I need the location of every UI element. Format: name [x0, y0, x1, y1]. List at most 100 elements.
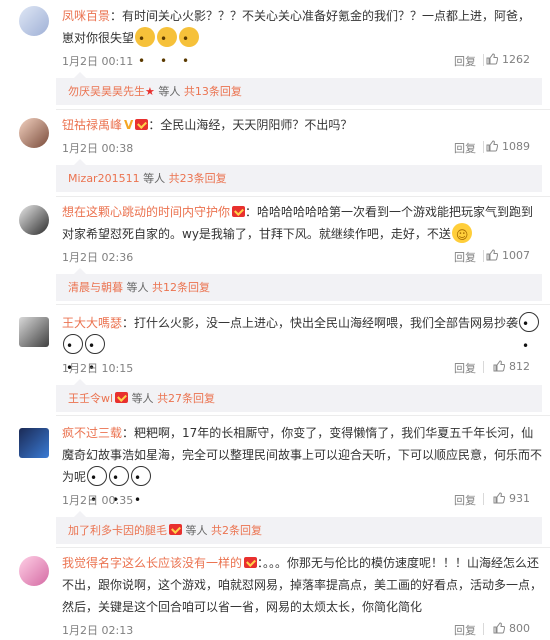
reply-summary[interactable]: 王壬令wl 等人 共27条回复	[56, 379, 542, 412]
comment-time: 1月2日 02:13	[62, 624, 134, 637]
comment-text: 疯不过三载：粑粑啊，17年的长相厮守，你变了，变得懒惰了，我们华夏五千年长河，仙…	[62, 422, 542, 511]
divider	[483, 54, 484, 66]
comment-username[interactable]: 凤咪百景	[62, 9, 110, 23]
comment-text: 王大大嗎瑟：打什么火影，没一点上进心，快出全民山海经啊喂，我们全部告网易抄袭	[62, 312, 542, 379]
comment-text: 想在这颗心跳动的时间内守护你 ：哈哈哈哈哈哈第一次看到一个游戏能把玩家气到跑到对家…	[62, 201, 542, 246]
like-button[interactable]: 1007	[486, 249, 530, 262]
like-button[interactable]: 800	[493, 622, 530, 635]
panda-emoji-icon	[87, 466, 108, 511]
comment-time: 1月2日 10:15	[62, 362, 134, 375]
divider	[56, 196, 550, 197]
angry-emoji-icon	[135, 27, 156, 72]
comment-feed: 凤咪百景：有时间关心火影？？？不关心关心准备好氪金的我们？？一点都上进，阿爸，崽…	[0, 0, 550, 638]
verified-v-icon: V	[124, 118, 134, 132]
divider	[483, 623, 484, 635]
reply-usernames[interactable]: 加了利多卡因的腿毛	[68, 524, 167, 537]
divider	[483, 250, 484, 262]
avatar[interactable]	[19, 6, 49, 36]
comment-time: 1月2日 00:35	[62, 494, 134, 507]
comment-username[interactable]: 疯不过三载	[62, 426, 122, 440]
reply-button[interactable]: 回复	[454, 53, 476, 69]
thumbs-up-icon	[486, 53, 498, 65]
comment-meta: 1月2日 00:35 回复 931	[62, 492, 542, 510]
reply-summary-mid: 等人	[158, 85, 181, 98]
avatar[interactable]	[19, 428, 49, 458]
member-badge-icon	[135, 119, 149, 130]
reply-usernames[interactable]: 勿厌吴昊昊先生	[68, 85, 145, 98]
comment-username[interactable]: 钮祜禄禹峰	[62, 118, 122, 132]
divider	[483, 493, 484, 505]
like-count: 1089	[502, 140, 530, 153]
comment-username[interactable]: 想在这颗心跳动的时间内守护你	[62, 205, 230, 219]
comment-username[interactable]: 我觉得名字这么长应该没有一样的	[62, 556, 242, 570]
reply-button[interactable]: 回复	[454, 622, 476, 638]
like-button[interactable]: 1089	[486, 140, 530, 153]
like-count: 800	[509, 622, 530, 635]
comment-content: 打什么火影，没一点上进心，快出全民山海经啊喂，我们全部告网易抄袭	[134, 316, 519, 330]
panda-emoji-icon	[109, 466, 130, 511]
reply-summary-mid: 等人	[126, 281, 149, 294]
reply-count-link[interactable]: 共27条回复	[157, 392, 215, 405]
thumbs-up-icon	[493, 622, 505, 634]
comment-meta: 1月2日 00:38 回复 1089	[62, 140, 542, 158]
panda-emoji-icon	[519, 312, 540, 357]
comment-meta: 1月2日 02:13 回复 800	[62, 622, 542, 640]
thumbs-up-icon	[486, 140, 498, 152]
reply-count-link[interactable]: 共13条回复	[184, 85, 242, 98]
comment-time: 1月2日 00:11	[62, 55, 134, 68]
avatar[interactable]	[19, 205, 49, 235]
comment-content: 全民山海经，天天阴阳师？不出吗？	[160, 118, 353, 132]
sun-emoji-icon	[451, 223, 472, 246]
reply-summary[interactable]: Mizar201511 等人 共23条回复	[56, 159, 542, 192]
member-badge-icon	[244, 557, 258, 568]
panda-emoji-icon	[85, 334, 105, 379]
like-count: 812	[509, 360, 530, 373]
star-icon: ★	[145, 85, 155, 98]
comment-text: 凤咪百景：有时间关心火影？？？不关心关心准备好氪金的我们？？一点都上进，阿爸，崽…	[62, 5, 542, 72]
panda-emoji-icon	[131, 466, 152, 511]
reply-count-link[interactable]: 共12条回复	[152, 281, 210, 294]
reply-summary[interactable]: 加了利多卡因的腿毛 等人 共2条回复	[56, 511, 542, 544]
reply-button[interactable]: 回复	[454, 249, 476, 265]
reply-summary[interactable]: 勿厌吴昊昊先生★ 等人 共13条回复	[56, 72, 542, 105]
like-count: 931	[509, 492, 530, 505]
thumbs-up-icon	[486, 249, 498, 261]
comment-meta: 1月2日 10:15 回复 812	[62, 360, 542, 378]
comment-username[interactable]: 王大大嗎瑟	[62, 316, 122, 330]
like-count: 1262	[502, 53, 530, 66]
like-button[interactable]: 812	[493, 360, 530, 373]
panda-emoji-icon	[63, 334, 83, 379]
reply-count-link[interactable]: 共2条回复	[211, 524, 262, 537]
like-count: 1007	[502, 249, 530, 262]
like-button[interactable]: 931	[493, 492, 530, 505]
thumbs-up-icon	[493, 492, 505, 504]
reply-button[interactable]: 回复	[454, 492, 476, 508]
reply-summary-mid: 等人	[143, 172, 166, 185]
comment-text: 钮祜禄禹峰 V ：全民山海经，天天阴阳师？不出吗？	[62, 114, 542, 136]
like-button[interactable]: 1262	[486, 53, 530, 66]
comment-meta: 1月2日 00:11 回复 1262	[62, 53, 542, 71]
avatar[interactable]	[19, 118, 49, 148]
comment-content: 有时间关心火影？？？不关心关心准备好氪金的我们？？一点都上进，阿爸，崽对你很失望	[62, 9, 531, 45]
angry-emoji-icon	[179, 27, 200, 72]
divider	[483, 141, 484, 153]
member-badge-icon	[115, 392, 129, 403]
divider	[56, 109, 550, 110]
reply-button[interactable]: 回复	[454, 140, 476, 156]
comment-time: 1月2日 00:38	[62, 142, 134, 155]
reply-usernames[interactable]: 王壬令wl	[68, 392, 113, 405]
avatar[interactable]	[19, 317, 49, 347]
divider	[483, 361, 484, 373]
avatar[interactable]	[19, 556, 49, 586]
reply-button[interactable]: 回复	[454, 360, 476, 376]
reply-summary[interactable]: 清晨与朝暮 等人 共12条回复	[56, 268, 542, 301]
reply-summary-mid: 等人	[185, 524, 208, 537]
comment-time: 1月2日 02:36	[62, 251, 134, 264]
reply-usernames[interactable]: Mizar201511	[68, 172, 140, 185]
member-badge-icon	[169, 524, 182, 535]
divider	[56, 415, 550, 416]
divider	[56, 304, 550, 305]
reply-usernames[interactable]: 清晨与朝暮	[68, 281, 123, 294]
member-badge-icon	[232, 206, 246, 217]
reply-count-link[interactable]: 共23条回复	[169, 172, 227, 185]
